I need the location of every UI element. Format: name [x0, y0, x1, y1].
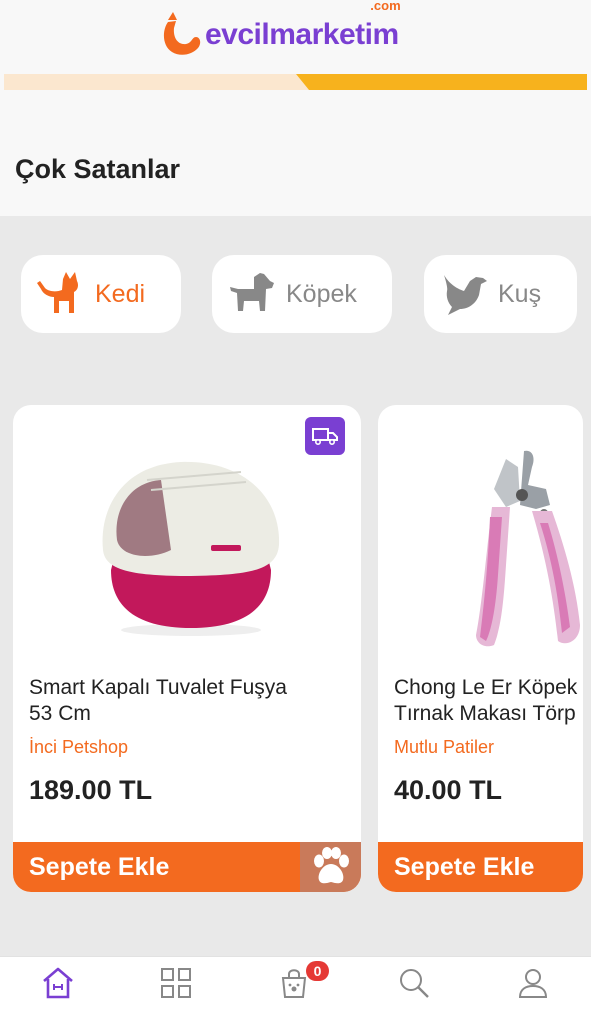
tab-kopek-label: Köpek	[286, 279, 357, 308]
section-title: Çok Satanlar	[15, 154, 181, 184]
product-name: Chong Le Er Köpek Tırnak Makası Törp	[394, 676, 578, 725]
add-to-cart-label: Sepete Ekle	[394, 852, 535, 881]
grid-icon[interactable]	[158, 965, 194, 1001]
home-icon[interactable]	[40, 965, 76, 1001]
tab-kus-label: Kuş	[498, 279, 542, 308]
truck-icon	[305, 417, 345, 455]
product-image[interactable]	[91, 450, 291, 640]
shop-name[interactable]: İnci Petshop	[29, 737, 128, 758]
shop-name[interactable]: Mutlu Patiler	[394, 737, 494, 758]
product-name: Smart Kapalı Tuvalet Fuşya 53 Cm	[29, 676, 287, 725]
brand-logo[interactable]: evcilmarketim .com	[162, 0, 401, 56]
brand-suffix: .com	[370, 0, 401, 13]
cat-logo-icon	[163, 12, 201, 55]
user-icon[interactable]	[515, 965, 551, 1001]
cat-icon	[37, 272, 78, 313]
product-price: 40.00 TL	[394, 775, 503, 805]
cart-count-badge: 0	[306, 961, 329, 981]
tab-kus[interactable]: Kuş	[424, 255, 577, 333]
bottom-nav	[0, 956, 591, 1024]
tab-kedi[interactable]: Kedi	[21, 255, 181, 333]
product-card[interactable]: Chong Le Er Köpek Tırnak Makası Törp Mut…	[378, 405, 583, 892]
product-image[interactable]	[466, 445, 583, 655]
brand-name: evcilmarketim	[205, 18, 399, 51]
product-price: 189.00 TL	[29, 775, 153, 805]
add-to-cart-label: Sepete Ekle	[29, 852, 170, 881]
paw-icon[interactable]	[300, 842, 361, 892]
app-header: evcilmarketim .com Çok Satanlar	[0, 0, 591, 216]
add-to-cart-button[interactable]: Sepete Ekle	[378, 842, 583, 892]
dog-icon	[230, 273, 274, 311]
product-card[interactable]: Smart Kapalı Tuvalet Fuşya 53 Cm İnci Pe…	[13, 405, 361, 892]
bird-icon	[444, 275, 487, 315]
tab-kedi-label: Kedi	[95, 279, 146, 308]
add-to-cart-button[interactable]: Sepete Ekle	[13, 842, 361, 892]
header-stripe	[4, 74, 587, 90]
search-icon[interactable]	[396, 965, 432, 1001]
tab-kopek[interactable]: Köpek	[212, 255, 392, 333]
